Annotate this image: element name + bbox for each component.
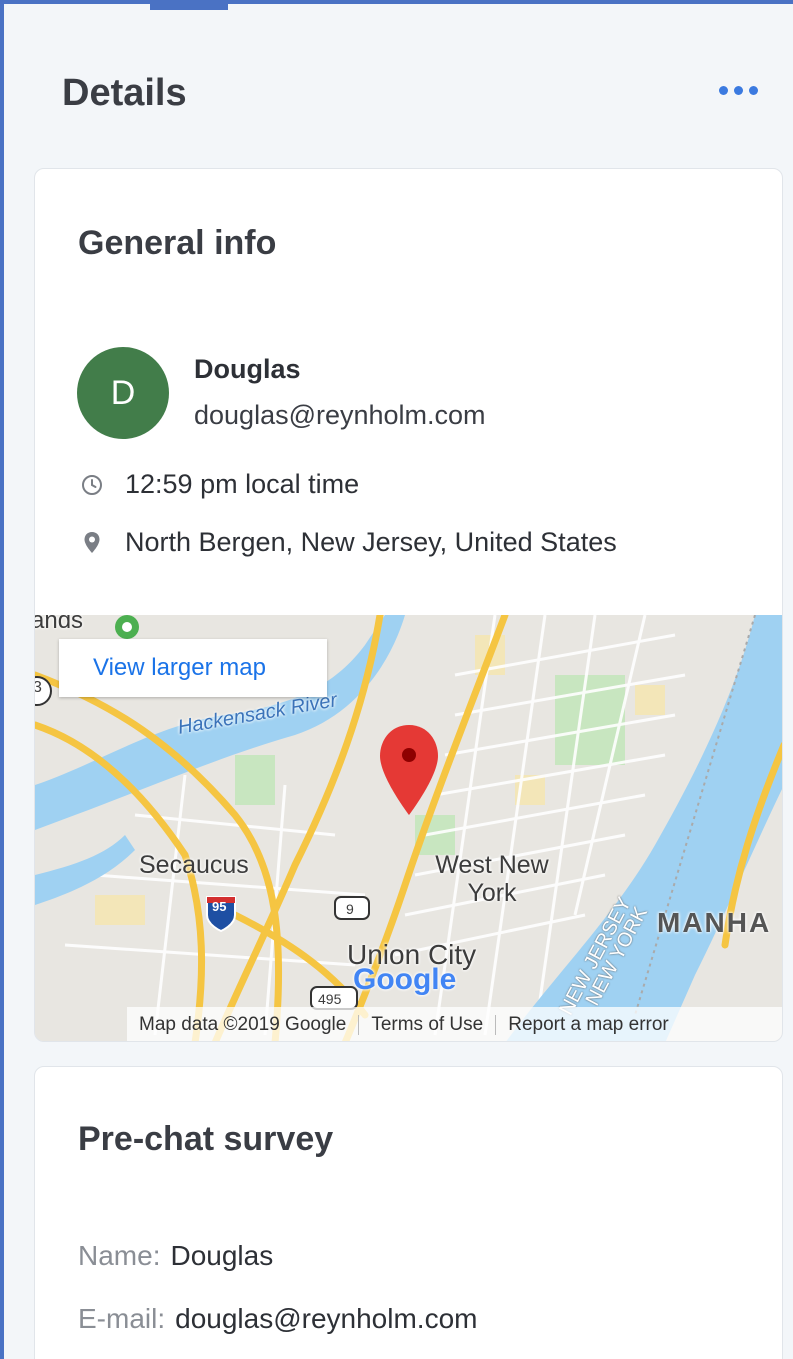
clock-icon xyxy=(79,472,105,498)
more-options-button[interactable] xyxy=(714,78,762,102)
google-logo: Google xyxy=(353,963,457,996)
local-time-text: 12:59 pm local time xyxy=(125,469,360,499)
survey-email-row: E-mail: douglas@reynholm.com xyxy=(78,1303,477,1335)
map-pin-icon xyxy=(79,530,105,556)
map-label-west-new-york: West New York xyxy=(435,851,549,907)
survey-name-label: Name: xyxy=(78,1240,161,1271)
window-left-border xyxy=(0,0,4,1359)
page-title: Details xyxy=(62,72,187,114)
pre-chat-survey-card: Pre-chat survey Name: Douglas E-mail: do… xyxy=(34,1066,783,1359)
visitor-email: douglas@reynholm.com xyxy=(194,400,486,430)
avatar-initial: D xyxy=(110,373,136,412)
map-label-secaucus: Secaucus xyxy=(139,851,249,879)
general-info-card: General info D Douglas douglas@reynholm.… xyxy=(34,168,783,1042)
visitor-name: Douglas xyxy=(194,354,301,384)
local-time-row: 12:59 pm local time xyxy=(79,469,359,500)
map-label-islands: ands xyxy=(35,615,84,634)
map-label-route-9: 9 xyxy=(346,901,354,917)
window-top-border xyxy=(0,0,793,4)
survey-name-value: Douglas xyxy=(170,1240,274,1271)
general-info-title: General info xyxy=(78,224,277,262)
survey-email-label: E-mail: xyxy=(78,1303,166,1334)
active-tab-indicator xyxy=(150,4,228,10)
details-header: Details xyxy=(62,72,762,122)
map-label-route-95: 95 xyxy=(212,899,227,914)
map-data-attribution: Map data ©2019 Google xyxy=(139,1014,347,1035)
avatar: D xyxy=(77,347,169,439)
pre-chat-survey-title: Pre-chat survey xyxy=(78,1120,334,1158)
map-attribution-bar: Map data ©2019 Google Terms of Use Repor… xyxy=(127,1007,782,1041)
survey-email-value: douglas@reynholm.com xyxy=(175,1303,478,1334)
location-row: North Bergen, New Jersey, United States xyxy=(79,527,617,558)
map-label-marker: 3 xyxy=(35,679,42,697)
map-label-manhattan: MANHA xyxy=(657,907,772,938)
location-text: North Bergen, New Jersey, United States xyxy=(125,527,617,557)
report-map-error-link[interactable]: Report a map error xyxy=(496,1014,681,1036)
survey-name-row: Name: Douglas xyxy=(78,1240,273,1272)
terms-of-use-link[interactable]: Terms of Use xyxy=(359,1014,495,1036)
view-larger-map-button[interactable]: View larger map xyxy=(59,639,327,697)
map-label-route-495: 495 xyxy=(318,991,342,1007)
location-map[interactable]: ands 3 Hackensack River Secaucus West Ne… xyxy=(35,615,782,1041)
more-horizontal-icon xyxy=(718,85,728,95)
